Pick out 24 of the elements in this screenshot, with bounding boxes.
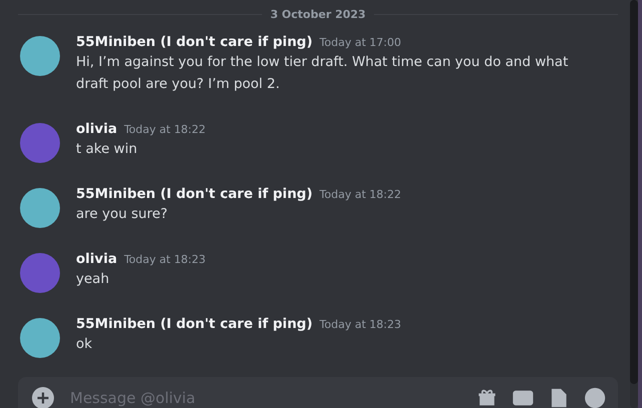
author-name[interactable]: 55Miniben (I don't care if ping) — [76, 186, 313, 202]
add-icon[interactable] — [32, 387, 54, 408]
timestamp: Today at 17:00 — [320, 36, 402, 49]
timestamp: Today at 18:23 — [124, 253, 206, 266]
timestamp: Today at 18:22 — [320, 188, 402, 201]
gift-icon[interactable] — [476, 387, 498, 408]
timestamp: Today at 18:23 — [320, 318, 402, 331]
message-text: t ake win — [76, 140, 138, 159]
message-input[interactable]: Message @olivia — [70, 387, 462, 408]
author-name[interactable]: olivia — [76, 251, 118, 267]
author-name[interactable]: olivia — [76, 121, 118, 137]
timestamp: Today at 18:22 — [124, 123, 206, 136]
avatar-icon[interactable] — [20, 36, 60, 76]
author-name[interactable]: 55Miniben (I don't care if ping) — [76, 34, 313, 50]
message-text: ok — [76, 335, 94, 354]
message-text: are you sure? — [76, 205, 169, 224]
author-name[interactable]: 55Miniben (I don't care if ping) — [76, 316, 313, 332]
message-text: yeah — [76, 270, 110, 289]
scrollbar-thumb[interactable] — [630, 0, 638, 384]
message-text: Hi, I’m against you for the low tier draft. What time can you do and what draft pool are you? I’m pool 2. — [76, 53, 570, 94]
message-composer[interactable]: Message @olivia — [18, 377, 618, 408]
date-divider: 3 October 2023 — [270, 8, 366, 20]
avatar-icon[interactable] — [20, 188, 60, 228]
avatar-icon[interactable] — [20, 318, 60, 358]
